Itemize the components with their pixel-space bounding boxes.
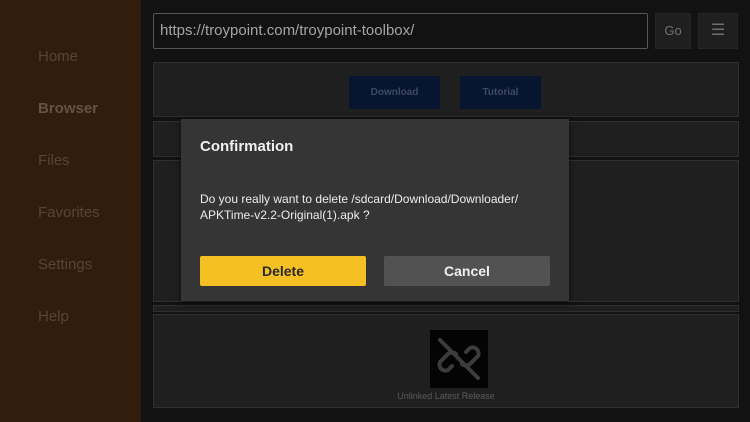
dialog-message-line-1: Do you really want to delete /sdcard/Dow… <box>200 192 519 206</box>
cancel-button[interactable]: Cancel <box>384 256 550 286</box>
dialog-title: Confirmation <box>200 138 294 155</box>
delete-button[interactable]: Delete <box>200 256 366 286</box>
confirmation-dialog: Confirmation Do you really want to delet… <box>181 119 569 301</box>
dialog-message-line-2: APKTime-v2.2-Original(1).apk ? <box>200 208 370 222</box>
dialog-message: Do you really want to delete /sdcard/Dow… <box>200 191 550 223</box>
